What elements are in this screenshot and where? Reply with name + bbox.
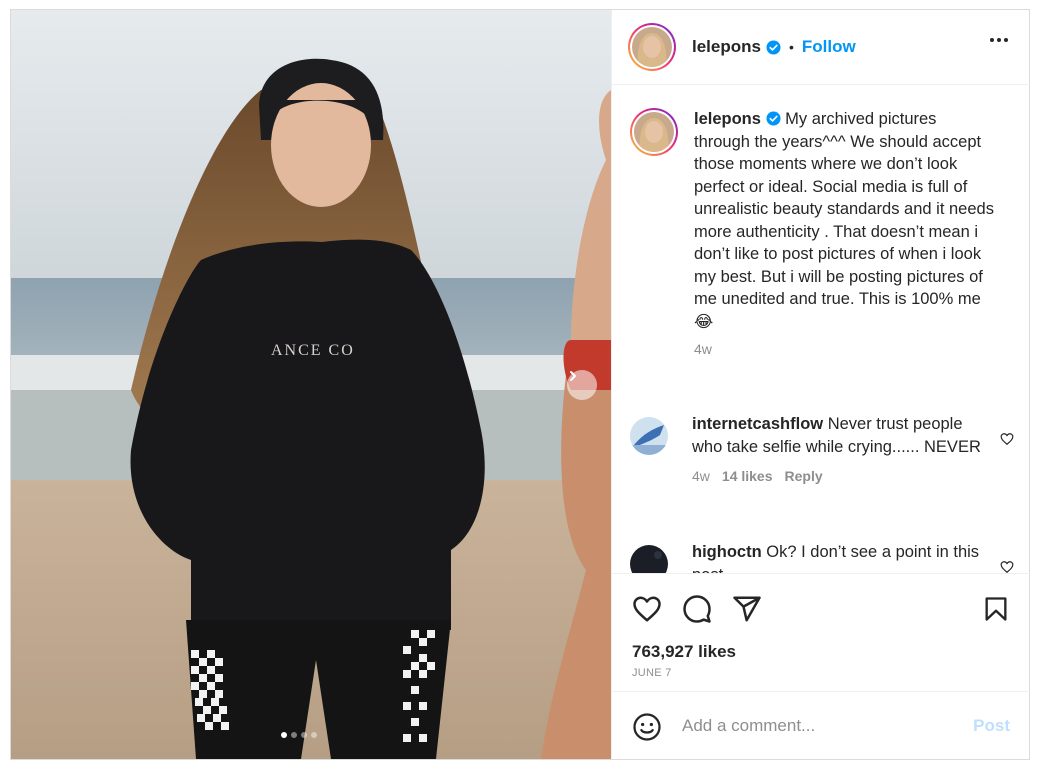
add-comment-input[interactable]: Add a comment... xyxy=(682,716,815,736)
comment-likes[interactable]: 14 likes xyxy=(722,468,773,484)
carousel-indicators xyxy=(281,732,317,738)
carousel-dot xyxy=(291,732,297,738)
share-icon[interactable] xyxy=(732,594,762,624)
post-actions: 763,927 likes JUNE 7 xyxy=(612,573,1030,691)
comment-time: 4w xyxy=(692,468,710,484)
next-photo-button[interactable] xyxy=(567,370,597,400)
more-options-button[interactable] xyxy=(990,38,1008,42)
post-comment-button[interactable]: Post xyxy=(973,716,1010,736)
comment-icon[interactable] xyxy=(682,594,712,624)
beach-photo: ANCE CO xyxy=(11,10,611,759)
header-separator: • xyxy=(788,39,794,55)
verified-icon xyxy=(766,39,781,55)
commenter-avatar[interactable] xyxy=(630,417,668,455)
carousel-dot xyxy=(301,732,307,738)
commenter-avatar[interactable] xyxy=(630,545,668,573)
author-avatar[interactable] xyxy=(628,23,676,71)
comment-row: highoctn Ok? I don’t see a point in this… xyxy=(630,541,992,573)
comment-row: internetcashflow Never trust people who … xyxy=(630,413,992,484)
caption-body: My archived pictures through the years^^… xyxy=(694,110,994,308)
post-side-panel: lelepons • Follow lelepons My archived p… xyxy=(611,10,1030,759)
comment-username[interactable]: internetcashflow xyxy=(692,415,823,433)
post-date: JUNE 7 xyxy=(632,667,672,679)
laughing-emoji: 😂 xyxy=(694,312,714,331)
heart-icon[interactable] xyxy=(1000,560,1014,573)
avatar-image xyxy=(630,417,668,455)
caption-time: 4w xyxy=(694,341,712,357)
add-comment-bar: Add a comment... Post xyxy=(612,691,1030,759)
avatar-image xyxy=(634,112,674,152)
follow-button[interactable]: Follow xyxy=(802,37,856,57)
carousel-dot-active xyxy=(281,732,287,738)
author-username[interactable]: lelepons xyxy=(692,37,761,57)
likes-count[interactable]: 763,927 likes xyxy=(632,642,736,662)
more-icon xyxy=(990,38,994,42)
caption-text: lelepons My archived pictures through th… xyxy=(694,108,994,333)
heart-icon[interactable] xyxy=(1000,432,1014,446)
comment-text: highoctn Ok? I don’t see a point in this… xyxy=(692,541,992,573)
caption-row: lelepons My archived pictures through th… xyxy=(630,108,994,357)
emoji-icon[interactable] xyxy=(632,712,662,742)
verified-icon xyxy=(766,111,781,126)
avatar-image xyxy=(632,27,672,67)
instagram-post: ANCE CO lelepons • Follow lelepons My ar… xyxy=(10,9,1030,760)
comments-section[interactable]: lelepons My archived pictures through th… xyxy=(612,86,1030,573)
like-heart-icon[interactable] xyxy=(632,594,662,624)
post-header: lelepons • Follow xyxy=(612,10,1030,85)
comment-meta: 4w 14 likes Reply xyxy=(692,468,992,484)
caption-username[interactable]: lelepons xyxy=(694,110,761,128)
carousel-dot xyxy=(311,732,317,738)
caption-avatar[interactable] xyxy=(630,108,678,156)
chevron-right-icon xyxy=(570,371,576,381)
avatar-image xyxy=(630,545,668,573)
save-icon[interactable] xyxy=(982,594,1010,624)
svg-text:ANCE CO: ANCE CO xyxy=(271,342,355,359)
comment-text: internetcashflow Never trust people who … xyxy=(692,413,992,458)
comment-username[interactable]: highoctn xyxy=(692,543,762,561)
post-photo[interactable]: ANCE CO xyxy=(11,10,611,759)
reply-button[interactable]: Reply xyxy=(785,468,823,484)
